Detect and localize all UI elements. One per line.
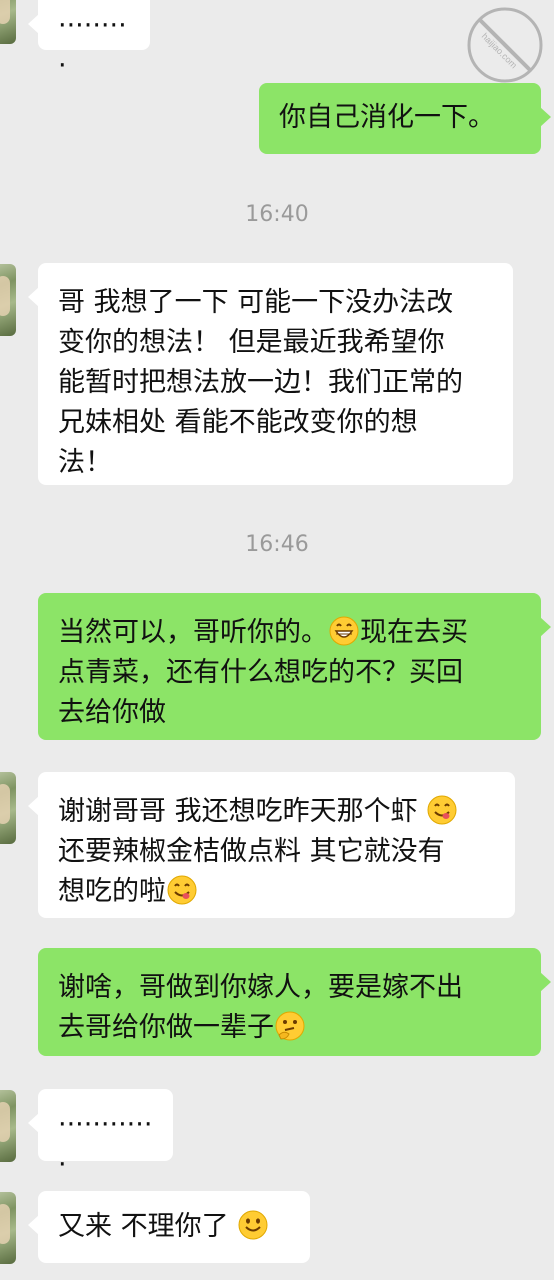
- chat-conversation: haijiao.com ········· 你自己消化一下。 16:40 哥 我…: [0, 0, 554, 1280]
- timestamp: 16:46: [245, 532, 309, 557]
- message-text: 谢谢哥哥 我还想吃昨天那个虾: [58, 796, 418, 827]
- message-text: ············: [58, 1109, 153, 1180]
- message-line: 法！: [58, 447, 112, 478]
- contact-avatar[interactable]: [0, 772, 16, 844]
- message-line: 去给你做: [58, 697, 166, 728]
- message-line: 哥 我想了一下 可能一下没办法改: [58, 287, 454, 318]
- circled-slash-logo-icon: haijiao.com: [467, 7, 543, 83]
- message-text: ·········: [58, 10, 127, 81]
- message-text: 想吃的啦: [58, 876, 166, 907]
- message-line: 还要辣椒金桔做点料 其它就没有: [58, 836, 445, 867]
- yum-face-icon: [167, 875, 197, 905]
- timestamp: 16:40: [245, 202, 309, 227]
- thinking-face-icon: [275, 1011, 305, 1041]
- contact-avatar[interactable]: [0, 1090, 16, 1162]
- message-bubble-incoming[interactable]: 哥 我想了一下 可能一下没办法改 变你的想法！ 但是最近我希望你 能暂时把想法放…: [28, 263, 513, 485]
- message-text: 去哥给你做一辈子: [58, 1012, 274, 1043]
- message-bubble-incoming[interactable]: 又来 不理你了: [28, 1191, 310, 1263]
- message-bubble-incoming[interactable]: ·········: [28, 0, 150, 81]
- contact-avatar[interactable]: [0, 264, 16, 336]
- contact-avatar[interactable]: [0, 0, 16, 44]
- message-line: 点青菜，还有什么想吃的不？买回: [58, 657, 463, 688]
- message-bubble-incoming[interactable]: 谢谢哥哥 我还想吃昨天那个虾 还要辣椒金桔做点料 其它就没有 想吃的啦: [28, 772, 515, 918]
- grinning-face-icon: [329, 616, 359, 646]
- message-text: 你自己消化一下。: [279, 102, 495, 133]
- message-line: 变你的想法！ 但是最近我希望你: [58, 327, 445, 358]
- message-bubble-outgoing[interactable]: 当然可以，哥听你的。 现在去买 点青菜，还有什么想吃的不？买回 去给你做: [38, 593, 551, 740]
- message-bubble-incoming[interactable]: ············: [28, 1089, 173, 1180]
- message-line: 能暂时把想法放一边！我们正常的: [58, 367, 463, 398]
- message-text: 又来 不理你了: [58, 1211, 229, 1242]
- message-bubble-outgoing[interactable]: 你自己消化一下。: [259, 83, 551, 154]
- message-text: 当然可以，哥听你的。: [58, 617, 328, 648]
- contact-avatar[interactable]: [0, 1192, 16, 1264]
- message-line: 兄妹相处 看能不能改变你的想: [58, 407, 418, 438]
- message-text: 现在去买: [360, 617, 468, 648]
- message-line: 谢啥，哥做到你嫁人，要是嫁不出: [58, 972, 463, 1003]
- smiling-face-icon: [238, 1210, 268, 1240]
- yum-face-icon: [427, 795, 457, 825]
- message-bubble-outgoing[interactable]: 谢啥，哥做到你嫁人，要是嫁不出 去哥给你做一辈子: [38, 948, 551, 1056]
